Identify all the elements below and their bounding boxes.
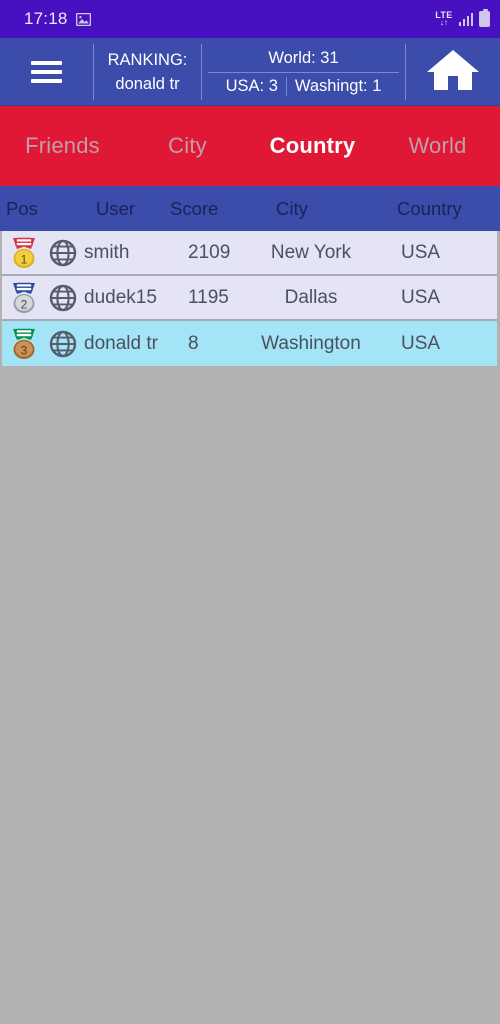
hamburger-menu-icon[interactable] bbox=[0, 38, 93, 106]
app-bar: RANKING: donald tr World: 31 USA: 3 Wash… bbox=[0, 38, 500, 106]
svg-text:2: 2 bbox=[21, 297, 28, 311]
tab-city[interactable]: City bbox=[125, 133, 250, 159]
column-header-city: City bbox=[276, 197, 308, 219]
column-header-score: Score bbox=[170, 197, 219, 219]
column-header-country: Country bbox=[397, 197, 462, 219]
row-country: USA bbox=[401, 286, 441, 308]
row-country: USA bbox=[401, 241, 441, 263]
svg-text:1: 1 bbox=[21, 252, 28, 266]
table-row[interactable]: 2 dudek15 1195 Dallas USA bbox=[2, 276, 497, 321]
status-bar: 17:18 LTE ↓↑ bbox=[0, 0, 500, 38]
row-city: New York bbox=[270, 241, 352, 263]
ranking-username: donald tr bbox=[115, 74, 180, 93]
row-city: Washington bbox=[261, 332, 361, 354]
globe-icon bbox=[48, 283, 78, 313]
row-score: 2109 bbox=[188, 241, 231, 263]
row-score: 8 bbox=[188, 332, 199, 354]
battery-full-icon bbox=[479, 8, 490, 27]
image-icon bbox=[75, 12, 91, 26]
column-header-pos: Pos bbox=[6, 197, 38, 219]
row-user: smith bbox=[84, 241, 130, 263]
signal-bars-icon bbox=[458, 12, 473, 26]
column-header-user: User bbox=[96, 197, 136, 219]
silver-medal-icon: 2 bbox=[6, 280, 42, 316]
ranking-stats-block: World: 31 USA: 3 Washingt: 1 bbox=[202, 38, 405, 106]
gold-medal-icon: 1 bbox=[6, 235, 42, 271]
row-score: 1195 bbox=[188, 286, 229, 308]
table-row[interactable]: 1 smith 2109 New York USA bbox=[2, 231, 497, 276]
world-rank-stat: World: 31 bbox=[268, 48, 339, 67]
ranking-stats-divider-vertical bbox=[285, 76, 287, 96]
tab-country[interactable]: Country bbox=[250, 133, 375, 159]
globe-icon bbox=[48, 238, 78, 268]
tab-world[interactable]: World bbox=[375, 133, 500, 159]
home-icon bbox=[425, 47, 481, 98]
svg-text:3: 3 bbox=[21, 343, 28, 357]
country-rank-stat: USA: 3 bbox=[225, 76, 278, 95]
row-user: dudek15 bbox=[84, 286, 157, 308]
row-user: donald tr bbox=[84, 332, 158, 354]
status-time: 17:18 bbox=[24, 9, 68, 28]
leaderboard-table: 1 smith 2109 New York USA 2 dudek15 1195… bbox=[0, 231, 500, 366]
table-row[interactable]: 3 donald tr 8 Washington USA bbox=[2, 321, 497, 366]
tab-friends[interactable]: Friends bbox=[0, 133, 125, 159]
ranking-label: RANKING: bbox=[107, 50, 188, 69]
row-city: Dallas bbox=[284, 286, 338, 308]
bronze-medal-icon: 3 bbox=[6, 326, 42, 362]
status-bar-left: 17:18 bbox=[24, 9, 91, 29]
globe-icon bbox=[48, 329, 78, 359]
tab-bar: Friends City Country World bbox=[0, 106, 500, 186]
table-header: Pos User Score City Country bbox=[0, 186, 500, 231]
network-type-icon: LTE ↓↑ bbox=[435, 11, 452, 27]
ranking-stats-row: USA: 3 Washingt: 1 bbox=[208, 73, 399, 96]
row-country: USA bbox=[401, 332, 441, 354]
home-button[interactable] bbox=[406, 38, 500, 106]
city-rank-stat: Washingt: 1 bbox=[294, 76, 382, 95]
ranking-user-block: RANKING: donald tr bbox=[94, 38, 201, 106]
network-arrows: ↓↑ bbox=[439, 18, 448, 27]
status-bar-right: LTE ↓↑ bbox=[435, 8, 490, 27]
